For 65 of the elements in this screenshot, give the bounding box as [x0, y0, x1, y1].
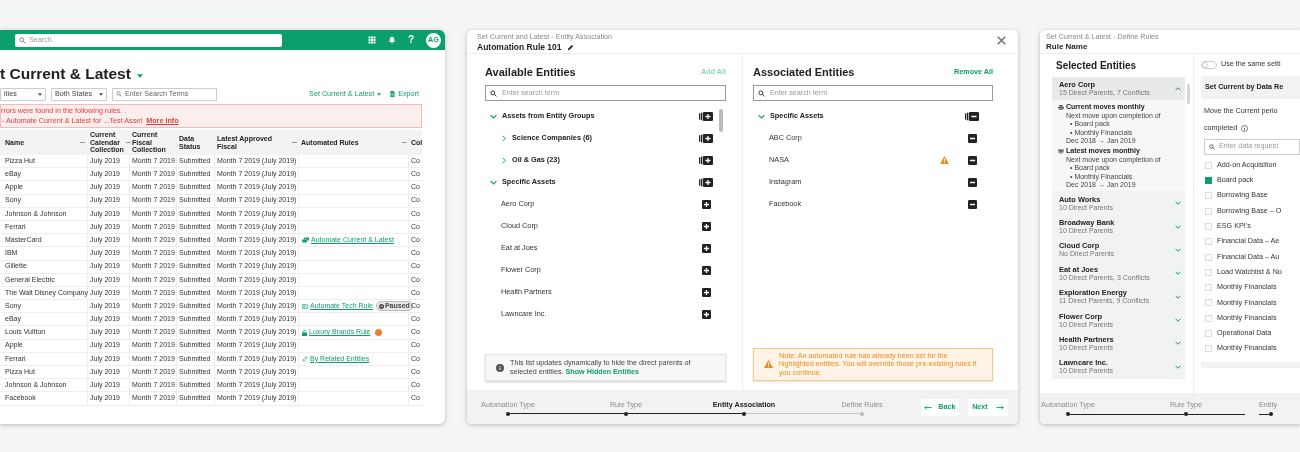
caret-icon: [38, 92, 42, 96]
page-title: t Current & Latest: [0, 66, 131, 82]
chevron-down-icon[interactable]: [1175, 247, 1181, 252]
panel-heading: Associated Entities: [753, 64, 855, 80]
add-icon[interactable]: [702, 287, 711, 297]
search-icon: [758, 89, 765, 97]
chevron-right-icon[interactable]: [502, 156, 506, 164]
chevron-down-icon[interactable]: [490, 113, 497, 119]
panel-heading: Available Entities: [485, 64, 576, 80]
caret-icon: [377, 92, 382, 96]
chevron-down-icon[interactable]: [1175, 201, 1181, 206]
add-icon[interactable]: [702, 309, 711, 319]
add-icon[interactable]: [702, 221, 711, 231]
search-icon: [116, 91, 122, 97]
lock-icon: [302, 329, 307, 336]
add-group-icon[interactable]: [699, 155, 713, 165]
chevron-down-icon[interactable]: [1175, 318, 1181, 323]
add-icon[interactable]: [702, 243, 711, 253]
document-icon: [390, 91, 396, 97]
scrollbar-thumb[interactable]: [1187, 84, 1190, 104]
remove-group-icon[interactable]: [965, 111, 979, 121]
caret-icon[interactable]: [136, 74, 143, 78]
chevron-right-icon[interactable]: [502, 134, 506, 142]
chevron-down-icon[interactable]: [1175, 364, 1181, 369]
remove-icon[interactable]: [968, 199, 977, 209]
dialog-title: Automation Rule 101: [477, 41, 562, 54]
toggle-switch[interactable]: [1201, 60, 1217, 69]
close-icon[interactable]: [997, 36, 1006, 45]
info-icon: [496, 363, 504, 372]
scrollbar-thumb[interactable]: [719, 109, 723, 132]
chevron-up-icon[interactable]: [1175, 86, 1181, 91]
search-icon: [19, 36, 26, 44]
chevron-down-icon[interactable]: [1175, 271, 1181, 276]
search-icon: [490, 89, 497, 97]
monitor-icon: [1058, 149, 1064, 155]
caret-icon: [99, 92, 103, 96]
table-icon: [302, 303, 308, 309]
chevron-down-icon[interactable]: [758, 113, 765, 119]
remove-icon[interactable]: [968, 155, 977, 165]
add-icon[interactable]: [702, 199, 711, 209]
checkbox[interactable]: [1205, 177, 1212, 185]
warning-icon: [764, 360, 773, 369]
chevron-down-icon[interactable]: [1175, 224, 1181, 229]
dialog-title: Rule Name: [1046, 41, 1089, 52]
chevron-down-icon[interactable]: [490, 179, 497, 185]
printer-icon: [1058, 105, 1064, 111]
link-icon: [302, 355, 308, 362]
notification-bell-icon[interactable]: [387, 36, 396, 44]
edit-pencil-icon[interactable]: [566, 43, 574, 51]
panel-heading: Selected Entities: [1055, 59, 1138, 73]
add-group-icon[interactable]: [699, 111, 713, 121]
remove-icon[interactable]: [968, 133, 977, 143]
arrow-right-icon: [995, 404, 1004, 410]
cards-icon: [302, 237, 309, 244]
add-icon[interactable]: [702, 265, 711, 275]
search-icon: [1209, 143, 1215, 150]
pause-icon: [378, 303, 384, 309]
add-group-icon[interactable]: [699, 177, 713, 187]
info-icon[interactable]: [1241, 124, 1249, 132]
arrow-left-icon: [924, 404, 933, 410]
chevron-down-icon[interactable]: [1175, 341, 1181, 346]
remove-icon[interactable]: [968, 177, 977, 187]
apps-grid-icon[interactable]: [367, 36, 376, 44]
add-group-icon[interactable]: [699, 133, 713, 143]
chevron-down-icon[interactable]: [1175, 294, 1181, 299]
